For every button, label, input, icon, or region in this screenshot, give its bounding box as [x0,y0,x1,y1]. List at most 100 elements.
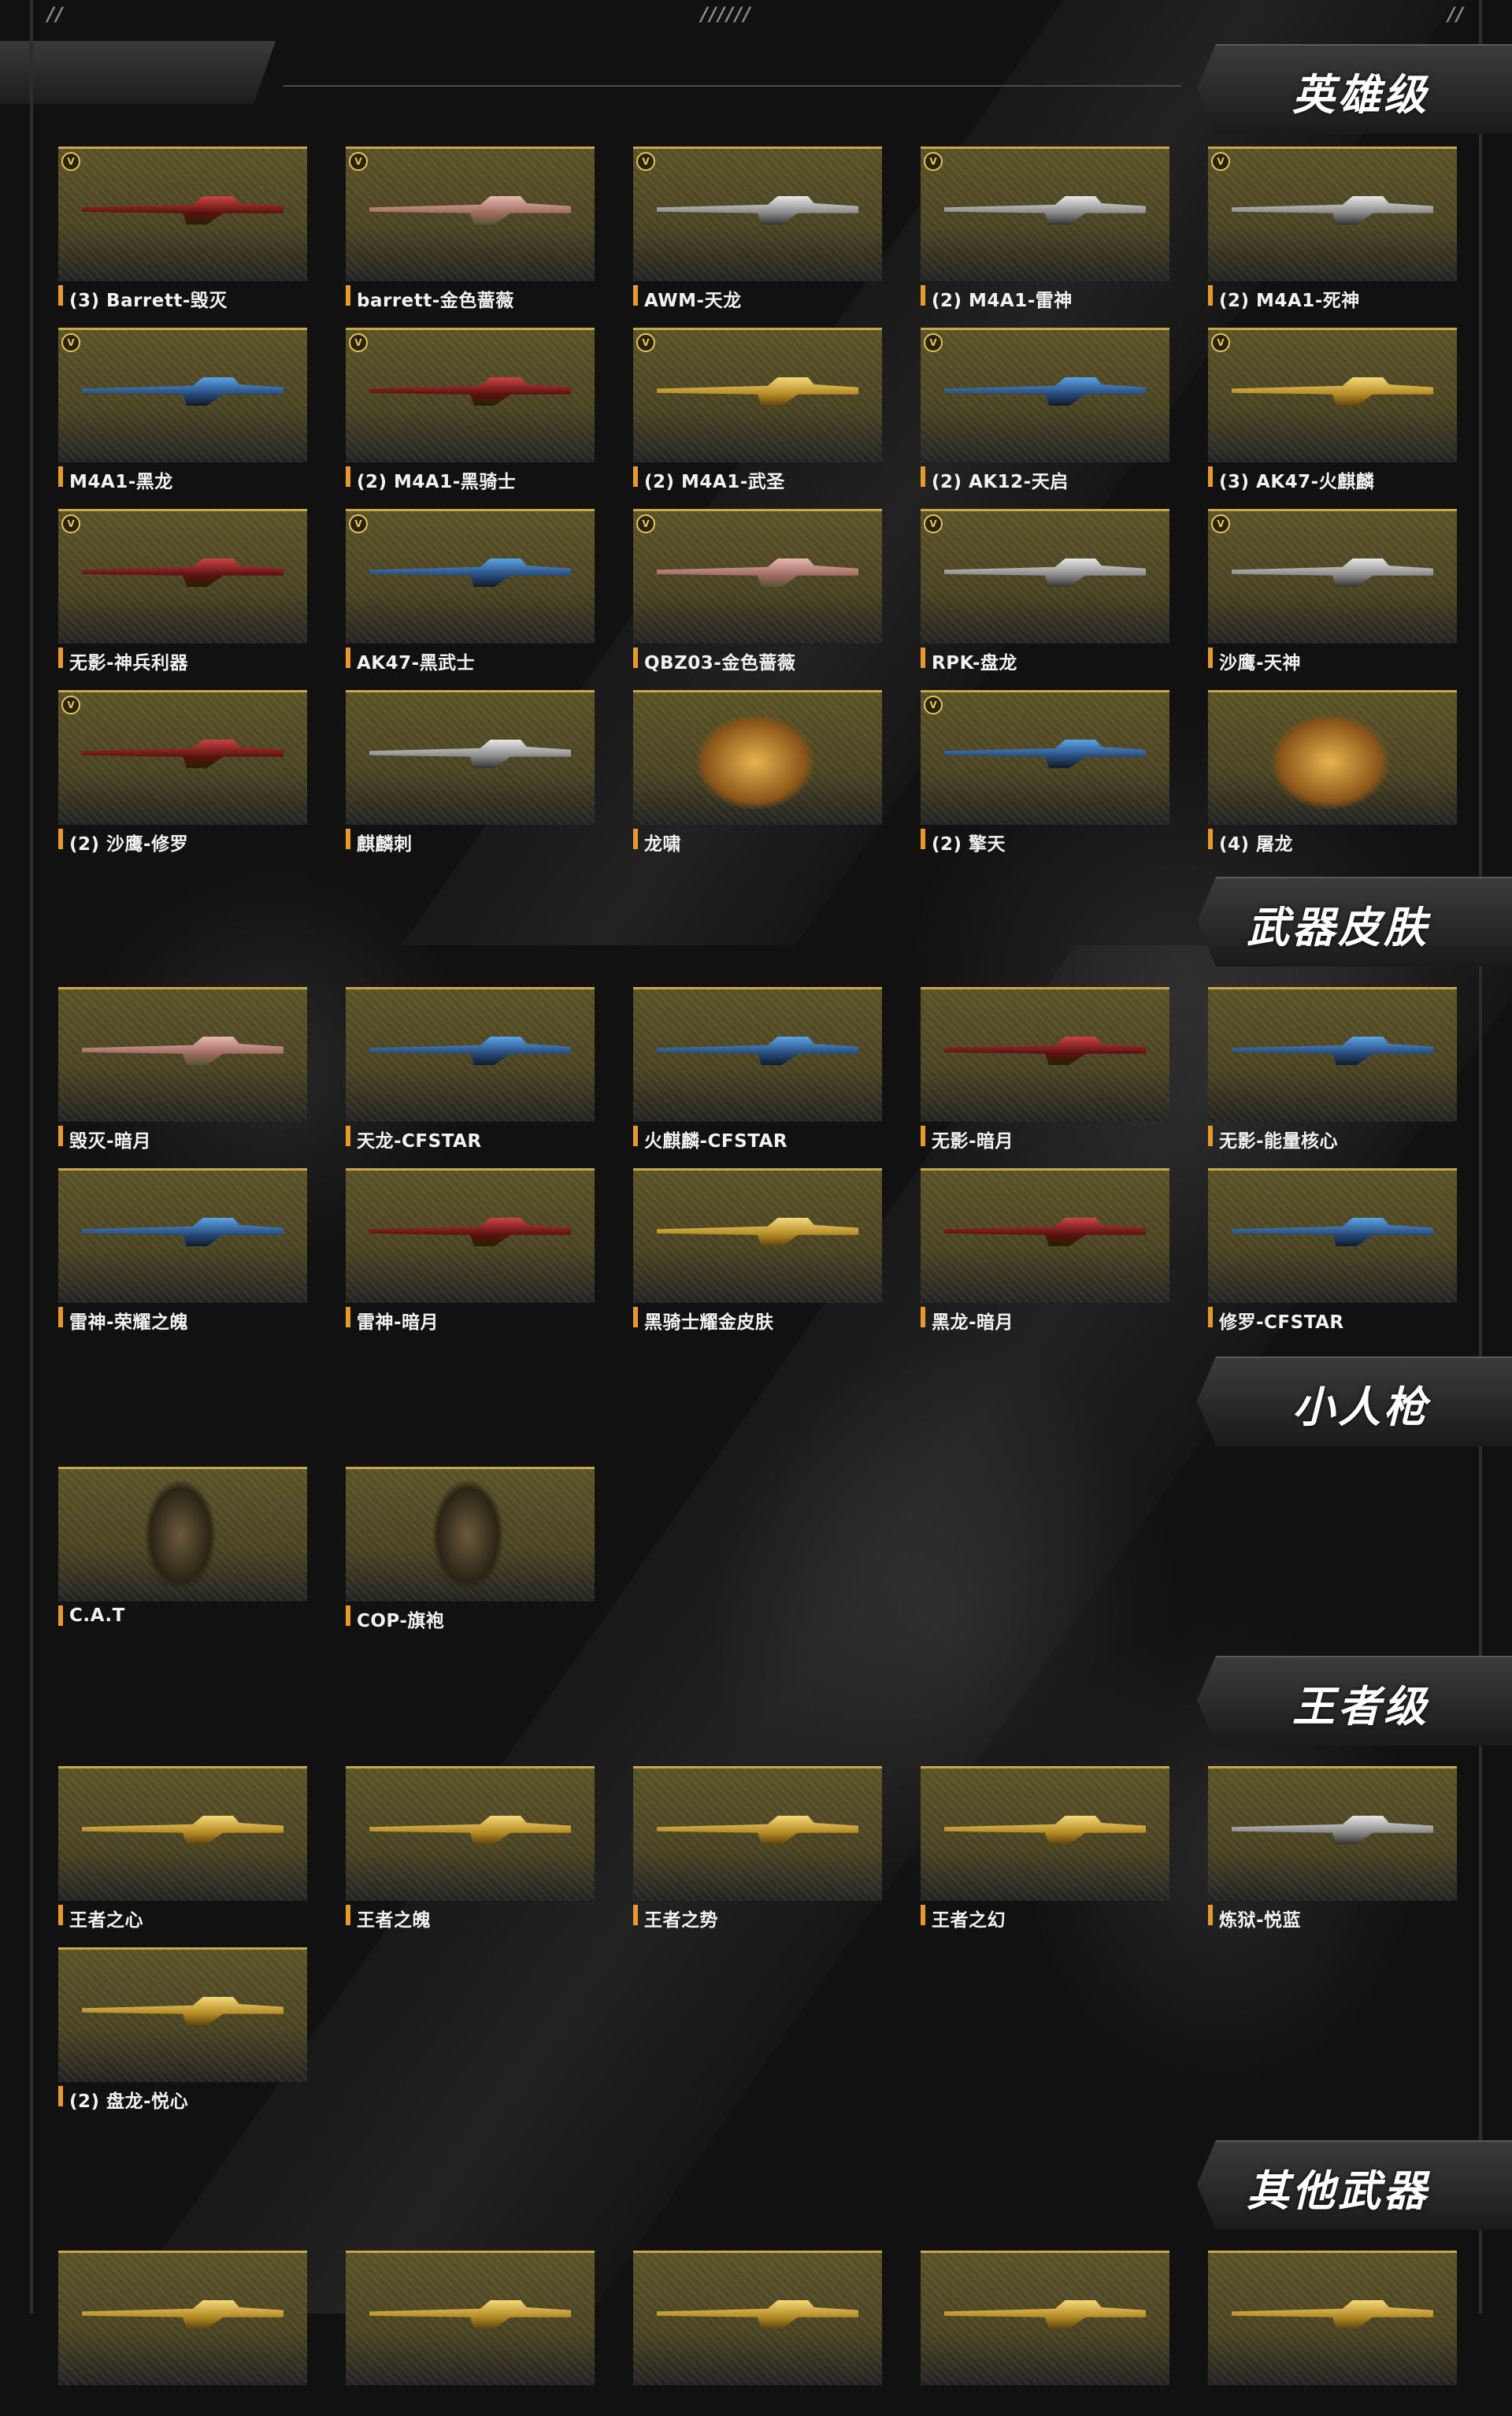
section-header: 小人枪 [1181,1356,1512,1446]
item-image [58,1947,307,2082]
item-card[interactable]: 麒麟刺 [346,690,595,855]
vip-badge-icon: V [924,333,943,352]
item-card[interactable]: 龙啸 [633,690,882,855]
label-accent [58,1905,63,1925]
label-accent [921,1905,925,1925]
item-label: 火麒麟-CFSTAR [644,1131,788,1152]
item-card[interactable]: V (3) Barrett-毁灭 [58,147,307,312]
item-image: V [346,328,595,462]
item-card[interactable]: V (2) M4A1-死神 [1208,147,1457,312]
item-label: (2) 盘龙-悦心 [69,2091,189,2112]
item-card[interactable] [1208,2251,1457,2416]
item-card[interactable]: V (2) 擎天 [921,690,1169,855]
item-card[interactable]: V (2) M4A1-武圣 [633,328,882,493]
item-card[interactable]: (2) 盘龙-悦心 [58,1947,307,2113]
vip-badge-icon: V [61,333,80,352]
item-label: barrett-金色蔷薇 [357,291,514,311]
weapon-icon [82,740,284,768]
item-label: 王者之幻 [932,1910,1006,1931]
item-card[interactable]: V (3) AK47-火麒麟 [1208,328,1457,493]
weapon-icon [1232,377,1433,406]
item-card[interactable]: 毁灭-暗月 [58,987,307,1152]
item-label: 麒麟刺 [357,834,413,855]
item-image [346,1467,595,1601]
item-card[interactable]: 王者之心 [58,1766,307,1932]
item-image [633,1766,882,1901]
label-accent [633,466,638,487]
item-image [633,987,882,1122]
item-card[interactable]: 炼狱-悦蓝 [1208,1766,1457,1932]
item-card[interactable]: V RPK-盘龙 [921,509,1169,674]
item-card[interactable]: 火麒麟-CFSTAR [633,987,882,1152]
melee-weapon-icon [696,714,814,809]
item-card[interactable]: 天龙-CFSTAR [346,987,595,1152]
section-title: 其他武器 [1247,2166,1429,2216]
item-label: QBZ03-金色蔷薇 [644,653,796,674]
item-label: 黑龙-暗月 [932,1312,1014,1333]
item-card[interactable]: 王者之幻 [921,1766,1169,1932]
label-accent [633,829,638,849]
item-card[interactable]: 无影-能量核心 [1208,987,1457,1152]
weapon-icon [657,559,858,587]
label-accent [346,648,350,668]
weapon-icon [944,740,1146,768]
item-label: 龙啸 [644,834,681,855]
item-card[interactable]: 黑龙-暗月 [921,1168,1169,1334]
weapon-icon [1232,2300,1433,2329]
top-mark-right: // [1447,3,1465,25]
label-accent [633,1126,638,1146]
item-card[interactable]: V (2) 沙鹰-修罗 [58,690,307,855]
item-card[interactable] [58,2251,307,2416]
label-accent [58,1605,63,1626]
item-card[interactable]: COP-旗袍 [346,1467,595,1632]
item-card[interactable]: 修罗-CFSTAR [1208,1168,1457,1334]
item-label: 沙鹰-天神 [1219,653,1302,674]
item-card[interactable]: 王者之势 [633,1766,882,1932]
item-card[interactable]: Vbarrett-金色蔷薇 [346,147,595,312]
label-accent [58,1126,63,1146]
item-card[interactable]: C.A.T [58,1467,307,1632]
header-divider [284,85,1181,87]
weapon-icon [82,1997,284,2025]
vip-badge-icon: V [349,514,368,533]
vip-badge-icon: V [61,514,80,533]
item-card[interactable]: 王者之魄 [346,1766,595,1932]
item-card[interactable]: V 无影-神兵利器 [58,509,307,674]
item-label: 王者之心 [69,1910,143,1931]
section-header: 英雄级 [1181,44,1512,134]
item-card[interactable]: 雷神-暗月 [346,1168,595,1334]
item-card[interactable] [921,2251,1169,2416]
label-accent [921,466,925,487]
item-card[interactable]: V QBZ03-金色蔷薇 [633,509,882,674]
item-card[interactable]: V AWM-天龙 [633,147,882,312]
label-accent [1208,648,1213,668]
item-label: (2) 沙鹰-修罗 [69,834,189,855]
item-image [921,1766,1169,1901]
item-card[interactable]: 黑骑士耀金皮肤 [633,1168,882,1334]
item-card[interactable]: (4) 屠龙 [1208,690,1457,855]
item-card[interactable]: V (2) AK12-天启 [921,328,1169,493]
vip-badge-icon: V [924,696,943,714]
weapon-icon [657,1037,858,1065]
item-label: (3) Barrett-毁灭 [69,291,228,311]
label-accent [58,466,63,487]
weapon-icon [82,559,284,587]
item-label: C.A.T [69,1605,125,1626]
item-card[interactable]: 雷神-荣耀之魄 [58,1168,307,1334]
item-image: V [58,328,307,462]
weapon-icon [944,2300,1146,2329]
item-card[interactable]: V (2) M4A1-黑骑士 [346,328,595,493]
item-card[interactable]: V 沙鹰-天神 [1208,509,1457,674]
item-label: 毁灭-暗月 [69,1131,152,1152]
item-label: 炼狱-悦蓝 [1219,1910,1302,1931]
item-card[interactable]: V (2) M4A1-雷神 [921,147,1169,312]
item-image [346,1168,595,1303]
item-card[interactable]: V M4A1-黑龙 [58,328,307,493]
item-image [58,1467,307,1601]
item-card[interactable] [633,2251,882,2416]
item-label: (4) 屠龙 [1219,834,1294,855]
item-card[interactable]: 无影-暗月 [921,987,1169,1152]
item-image [346,2251,595,2385]
item-card[interactable]: V AK47-黑武士 [346,509,595,674]
item-card[interactable] [346,2251,595,2416]
